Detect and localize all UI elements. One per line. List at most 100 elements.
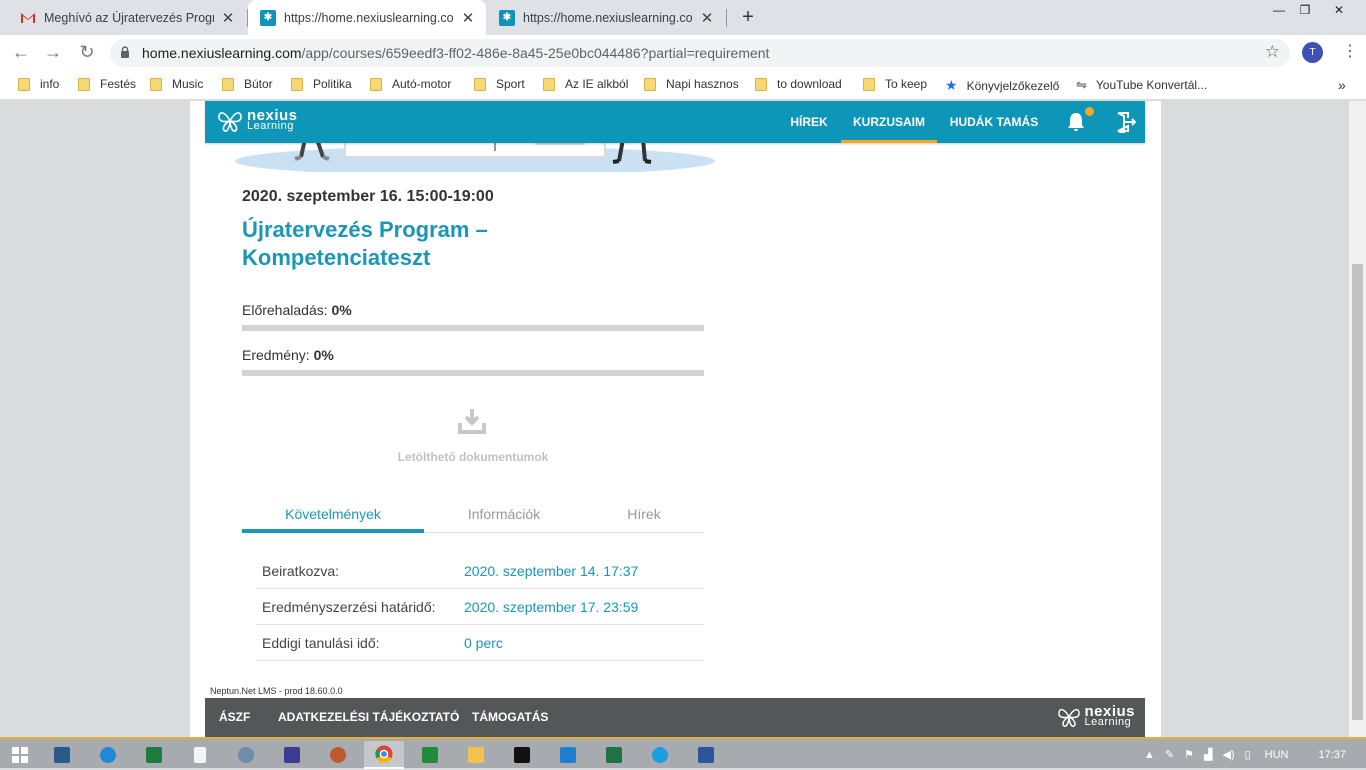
explorer-icon[interactable]	[456, 741, 496, 769]
volume-icon[interactable]: ◀)	[1222, 748, 1234, 761]
bookmark-label: Politika	[313, 77, 352, 91]
bookmark-to-keep[interactable]: To keep	[863, 77, 927, 91]
downloads-label[interactable]: Letölthető dokumentumok	[242, 450, 704, 464]
windows-start-icon[interactable]	[0, 741, 40, 769]
omnibox[interactable]: home.nexiuslearning.com/app/courses/659e…	[110, 39, 1290, 67]
butterfly-logo-icon	[1058, 708, 1081, 727]
battery-icon[interactable]: ▯	[1245, 748, 1251, 761]
tab-hirek[interactable]: Hírek	[584, 497, 704, 533]
clock[interactable]: 17:37	[1318, 749, 1346, 761]
close-tab-icon[interactable]: ✕	[220, 9, 236, 27]
save-icon[interactable]	[272, 741, 312, 769]
bookmark-manager[interactable]: ★ Könyvjelzőkezelő	[945, 77, 1059, 94]
tab-kovetelmenyek[interactable]: Követelmények	[242, 497, 424, 533]
bookmark-napi-hasznos[interactable]: Napi hasznos	[644, 77, 739, 91]
word-icon[interactable]	[686, 741, 726, 769]
lock-icon	[121, 46, 129, 58]
chrome-icon[interactable]	[364, 741, 404, 769]
flag-icon[interactable]: ⚑	[1184, 748, 1194, 761]
bookmark-festes[interactable]: Festés	[78, 77, 136, 91]
nav-kurzusaim[interactable]: KURZUSAIM	[841, 101, 937, 143]
bookmark-politika[interactable]: Politika	[291, 77, 352, 91]
paint-icon[interactable]	[318, 741, 358, 769]
bell-icon[interactable]	[1065, 111, 1087, 133]
course-datetime: 2020. szeptember 16. 15:00-19:00	[242, 188, 494, 205]
browser-tab-nexius[interactable]: ✱ https://home.nexiuslearning.com ✕	[487, 0, 725, 35]
bookmark-star-icon[interactable]: ☆	[1265, 42, 1280, 62]
bookmark-info[interactable]: info	[18, 77, 59, 91]
bookmark-youtube-konvertal[interactable]: ⇋ YouTube Konvertál...	[1076, 77, 1207, 93]
req-value: 2020. szeptember 17. 23:59	[464, 599, 639, 615]
tray-expand-icon[interactable]: ▲	[1144, 749, 1155, 761]
folder-icon	[755, 77, 767, 91]
logo-line2: Learning	[1084, 716, 1132, 728]
bookmarks-more-icon[interactable]: »	[1338, 77, 1346, 93]
window-close-icon[interactable]: ✕	[1322, 0, 1356, 22]
tab-title: https://home.nexiuslearning.com	[284, 10, 454, 25]
footer-nexius-logo: nexius Learning	[1057, 704, 1135, 728]
bookmark-butor[interactable]: Bútor	[222, 77, 273, 91]
requirements-table: Beiratkozva: 2020. szeptember 14. 17:37 …	[256, 553, 704, 661]
calculator-icon[interactable]	[410, 741, 450, 769]
bookmark-label: Sport	[496, 77, 525, 91]
url-domain: home.nexiuslearning.com	[142, 45, 302, 61]
progress-bar	[242, 325, 704, 331]
bookmark-sport[interactable]: Sport	[474, 77, 525, 91]
vscode-icon[interactable]	[548, 741, 588, 769]
page-viewport: 2020. szeptember 16. 15:00-19:00 Újrater…	[0, 101, 1366, 737]
browser-tab-bar: Meghívó az Újratervezés Program ✕ ✱ http…	[0, 0, 1366, 35]
download-icon[interactable]	[457, 407, 487, 435]
reload-icon[interactable]: ↻	[76, 42, 98, 64]
bookmark-auto-motor[interactable]: Autó-motor	[370, 77, 451, 91]
nexius-logo[interactable]: nexius Learning	[217, 108, 298, 133]
bookmark-to-download[interactable]: to download	[755, 77, 842, 91]
hero-illustration	[235, 139, 715, 172]
logout-icon[interactable]	[1114, 111, 1136, 133]
close-tab-icon[interactable]: ✕	[699, 9, 715, 27]
version-text: Neptun.Net LMS - prod 18.60.0.0	[210, 686, 343, 696]
nav-user-hudak-tamas[interactable]: HUDÁK TAMÁS	[945, 101, 1043, 143]
bookmark-label: Könyvjelzőkezelő	[966, 78, 1060, 93]
screen-icon[interactable]	[42, 741, 82, 769]
folder-icon	[291, 77, 303, 91]
network-icon[interactable]: ▟	[1204, 748, 1212, 761]
file-icon[interactable]	[180, 741, 220, 769]
nexius-icon: ✱	[260, 9, 276, 26]
folder-icon	[18, 77, 30, 91]
table-row: Eddigi tanulási idő: 0 perc	[256, 625, 704, 661]
footer-link-tamogatas[interactable]: TÁMOGATÁS	[472, 698, 548, 737]
bookmark-music[interactable]: Music	[150, 77, 203, 91]
tab-title: https://home.nexiuslearning.com	[523, 10, 693, 25]
browser-tab-nexius-active[interactable]: ✱ https://home.nexiuslearning.com ✕	[248, 0, 486, 35]
chrome-alt-icon[interactable]	[226, 741, 266, 769]
new-tab-button[interactable]: +	[738, 5, 758, 29]
scrollbar-thumb[interactable]	[1352, 264, 1363, 720]
convert-icon: ⇋	[1076, 77, 1087, 92]
footer-link-adatkezelesi[interactable]: ADATKEZELÉSI TÁJÉKOZTATÓ	[278, 698, 459, 737]
sheet-app-icon[interactable]	[134, 741, 174, 769]
req-key: Eredményszerzési határidő:	[262, 599, 436, 615]
footer-link-aszf[interactable]: ÁSZF	[219, 698, 250, 737]
forward-icon[interactable]: →	[42, 42, 64, 64]
excel-icon[interactable]	[594, 741, 634, 769]
tab-informaciok[interactable]: Információk	[424, 497, 584, 533]
nav-hirek[interactable]: HÍREK	[779, 101, 839, 143]
site-header: nexius Learning HÍREK KURZUSAIM HUDÁK TA…	[205, 101, 1145, 143]
browser-tab-gmail[interactable]: Meghívó az Újratervezés Program ✕	[8, 0, 246, 35]
browser-menu-icon[interactable]: ⋮	[1342, 40, 1358, 64]
folder-icon	[78, 77, 90, 91]
back-icon[interactable]: ←	[10, 42, 32, 64]
edge-icon[interactable]	[640, 741, 680, 769]
language-indicator[interactable]: HUN	[1265, 749, 1289, 761]
restore-icon[interactable]: ❐	[1288, 0, 1322, 22]
system-tray: ▲ ✎ ⚑ ▟ ◀) ▯ HUN 17:37	[1134, 739, 1366, 770]
tray-app-icon[interactable]: ✎	[1165, 748, 1174, 761]
ie-icon[interactable]	[88, 741, 128, 769]
profile-avatar[interactable]: T	[1302, 42, 1323, 63]
bookmark-az-ie-alkbol[interactable]: Az IE alkból	[543, 77, 628, 91]
close-tab-icon[interactable]: ✕	[460, 9, 476, 27]
table-row: Beiratkozva: 2020. szeptember 14. 17:37	[256, 553, 704, 589]
cmd-icon[interactable]	[502, 741, 542, 769]
bookmark-label: to download	[777, 77, 842, 91]
notification-dot	[1085, 107, 1094, 116]
